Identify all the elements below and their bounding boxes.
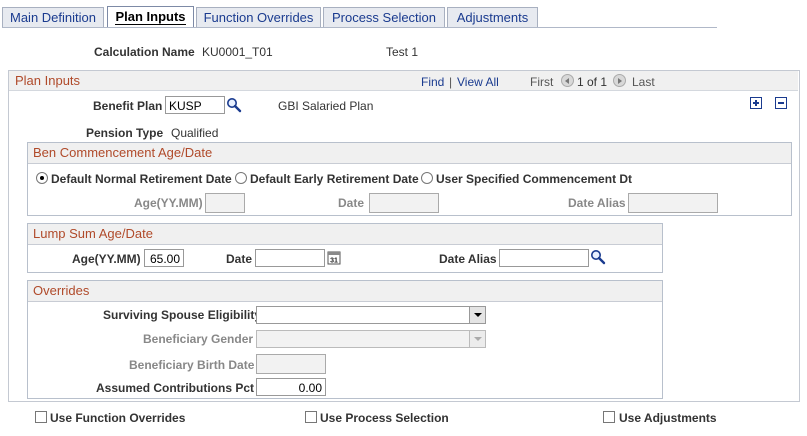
- surviving-spouse-label: Surviving Spouse Eligibility: [103, 308, 262, 322]
- calendar-icon[interactable]: 31: [327, 250, 341, 265]
- benefit-plan-description: GBI Salaried Plan: [278, 99, 374, 113]
- pension-type-value: Qualified: [171, 126, 219, 140]
- commencement-date-label: Date: [338, 196, 365, 210]
- next-arrow-icon[interactable]: [613, 74, 626, 87]
- use-process-selection-label: Use Process Selection: [320, 411, 449, 425]
- previous-arrow-icon[interactable]: [561, 74, 574, 87]
- last-label: Last: [632, 75, 655, 89]
- use-function-overrides-label: Use Function Overrides: [50, 411, 186, 425]
- lump-sum-date-input[interactable]: [255, 249, 325, 267]
- tab-divider: [2, 27, 717, 28]
- tab-label: Process Selection: [331, 10, 437, 25]
- beneficiary-birth-date-label: Beneficiary Birth Date: [129, 358, 255, 372]
- radio-default-early-label: Default Early Retirement Date: [250, 172, 419, 186]
- radio-default-normal-retirement[interactable]: [36, 172, 48, 184]
- tab-adjustments[interactable]: Adjustments: [447, 7, 538, 28]
- tab-process-selection[interactable]: Process Selection: [323, 7, 445, 28]
- first-label: First: [530, 75, 554, 89]
- lump-sum-alias-input[interactable]: [499, 249, 589, 267]
- calculation-name-value: KU0001_T01: [202, 45, 273, 59]
- tab-label: Function Overrides: [203, 10, 314, 25]
- use-adjustments-label: Use Adjustments: [619, 411, 717, 425]
- radio-user-specified[interactable]: [421, 172, 433, 184]
- nav-separator: |: [449, 75, 453, 89]
- pension-type-label: Pension Type: [86, 126, 164, 140]
- tab-label: Adjustments: [456, 10, 529, 25]
- surviving-spouse-select[interactable]: [256, 306, 486, 324]
- benefit-plan-label: Benefit Plan: [93, 99, 163, 113]
- calculation-name-label: Calculation Name: [94, 45, 195, 59]
- assumed-contributions-input[interactable]: 0.00: [256, 378, 326, 396]
- lump-sum-title: Lump Sum Age/Date: [28, 224, 662, 245]
- chevron-down-icon: [469, 331, 485, 347]
- use-process-selection-checkbox[interactable]: [305, 411, 317, 423]
- lump-sum-age-label: Age(YY.MM): [72, 252, 141, 266]
- search-icon[interactable]: [590, 249, 606, 265]
- lump-sum-alias-label: Date Alias: [439, 252, 497, 266]
- assumed-contributions-label: Assumed Contributions Pct: [96, 381, 255, 395]
- tab-label: Main Definition: [10, 10, 96, 25]
- tab-main-definition[interactable]: Main Definition: [2, 7, 104, 28]
- tab-label: Plan Inputs: [115, 9, 186, 25]
- tab-plan-inputs[interactable]: Plan Inputs: [107, 6, 194, 28]
- commencement-age-label: Age(YY.MM): [134, 196, 203, 210]
- ben-commencement-title: Ben Commencement Age/Date: [28, 143, 791, 164]
- beneficiary-gender-label: Beneficiary Gender: [143, 332, 254, 346]
- delete-row-icon[interactable]: [775, 97, 787, 109]
- use-adjustments-checkbox[interactable]: [603, 411, 615, 423]
- beneficiary-birth-date-field: [256, 354, 326, 374]
- radio-user-specified-label: User Specified Commencement Dt: [436, 172, 633, 186]
- plan-inputs-title: Plan Inputs: [15, 73, 81, 88]
- search-icon[interactable]: [226, 97, 242, 113]
- lump-sum-age-input[interactable]: 65.00: [144, 249, 184, 267]
- use-function-overrides-checkbox[interactable]: [35, 411, 47, 423]
- radio-default-early-retirement[interactable]: [235, 172, 247, 184]
- plan-inputs-header-bar: [9, 71, 798, 91]
- add-row-icon[interactable]: [750, 97, 762, 109]
- beneficiary-gender-select: [256, 330, 486, 348]
- radio-default-normal-label: Default Normal Retirement Date: [51, 172, 232, 186]
- row-count: 1 of 1: [577, 75, 608, 89]
- commencement-alias-label: Date Alias: [568, 196, 626, 210]
- overrides-title: Overrides: [28, 281, 662, 302]
- lump-sum-date-label: Date: [226, 252, 253, 266]
- calculation-description: Test 1: [386, 45, 419, 59]
- commencement-age-field: [205, 193, 245, 213]
- svg-text:31: 31: [330, 258, 338, 265]
- find-link[interactable]: Find: [421, 75, 444, 89]
- benefit-plan-input[interactable]: KUSP: [165, 96, 225, 114]
- tab-function-overrides[interactable]: Function Overrides: [196, 7, 321, 28]
- commencement-date-field: [369, 193, 439, 213]
- view-all-link[interactable]: View All: [457, 75, 499, 89]
- commencement-alias-field: [628, 193, 718, 213]
- chevron-down-icon: [469, 307, 485, 323]
